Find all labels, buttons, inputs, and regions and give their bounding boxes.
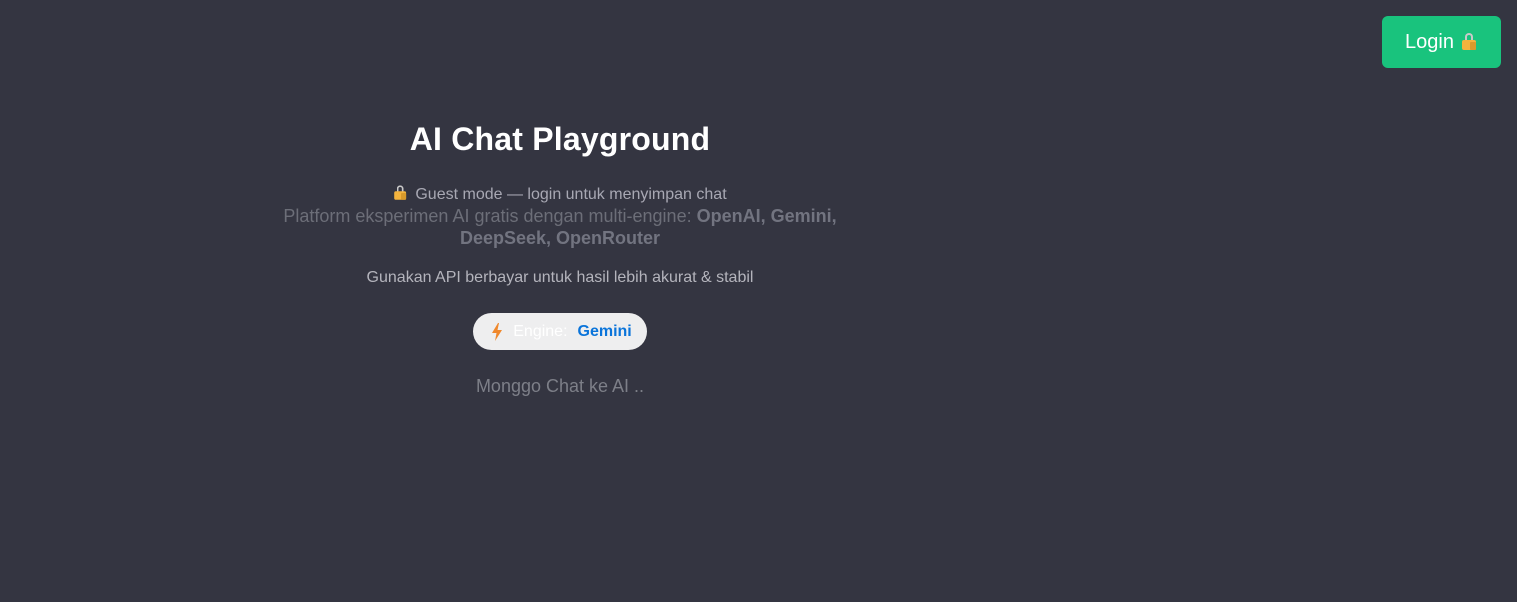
engine-selector[interactable]: Engine: Gemini [473,313,647,350]
engine-value: Gemini [577,322,632,340]
login-button[interactable]: Login [1382,16,1501,68]
guest-mode-text: Guest mode — login untuk menyimpan chat [415,186,727,203]
lightning-bolt-icon [492,322,503,341]
guest-mode-notice: Guest mode — login untuk menyimpan chat [260,184,860,205]
engine-label: Engine: [513,322,568,340]
hero-section: AI Chat Playground Guest mode — login un… [260,118,860,397]
login-label: Login [1405,30,1454,53]
page-title: AI Chat Playground [409,121,711,157]
lock-icon [394,185,409,200]
api-note: Gunakan API berbayar untuk hasil lebih a… [366,269,754,286]
platform-description: Platform eksperimen AI gratis dengan mul… [260,205,860,249]
chat-prompt: Monggo Chat ke AI .. [475,376,645,396]
lock-icon [1461,33,1478,51]
page: Login AI Chat Playground Guest mode — lo… [0,0,1517,602]
platform-text: Platform eksperimen AI gratis dengan mul… [283,206,697,226]
